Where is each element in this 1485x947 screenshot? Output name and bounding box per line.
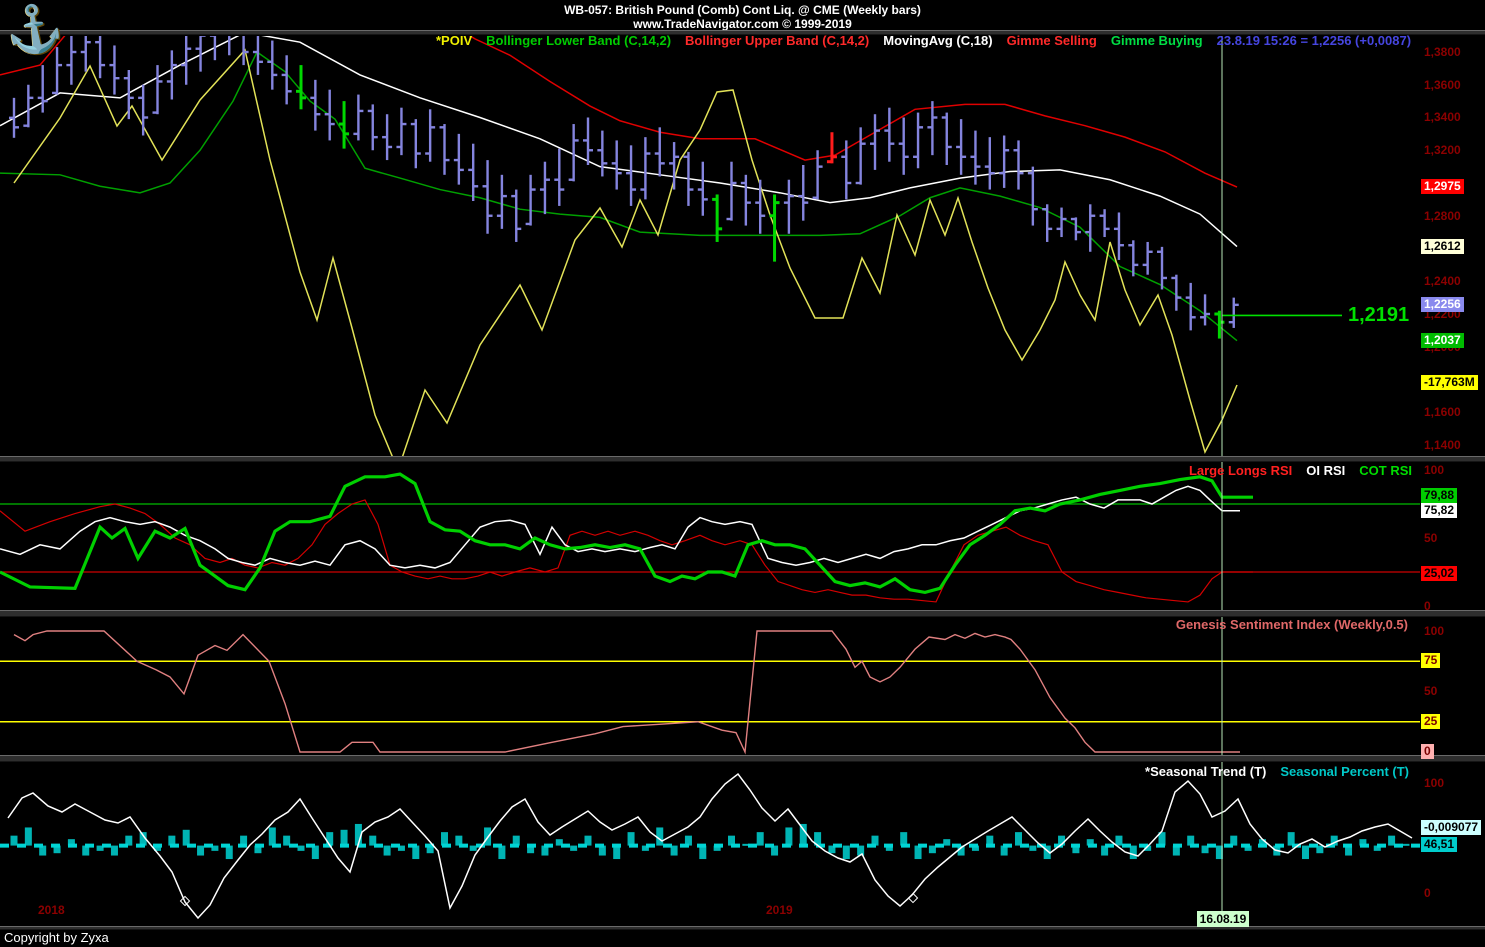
axis-tick: 100 [1424,463,1445,477]
oi-rsi-value: 75,82 [1421,503,1458,518]
axis-tick: 1,2400 [1424,274,1461,288]
sentiment-panel-legend: Genesis Sentiment Index (Weekly,0.5) [1176,617,1408,632]
seasonal-percent-bar[interactable] [1029,845,1037,851]
legend-item-0[interactable]: *POIV [436,33,472,49]
axis-tick: 50 [1424,684,1438,698]
rsi-panel[interactable] [0,472,1420,603]
seasonal-percent-bar[interactable] [1287,832,1295,846]
seasonal-percent-bar[interactable] [412,845,420,860]
seasonal-percent-bar[interactable] [928,845,936,854]
crosshair-date-badge: 16.08.19 [1197,911,1249,927]
seasonal-percent-bar[interactable] [943,839,951,846]
seasonal-percent-bar[interactable] [297,845,305,851]
seasonal-percent-bar[interactable] [613,845,621,860]
legend-seasonal-trend[interactable]: *Seasonal Trend (T) [1145,764,1266,779]
price-panel[interactable] [0,0,1342,470]
last-close-value: 1,2256 [1421,297,1464,312]
seasonal-percent-bar[interactable] [1015,832,1022,846]
cot-rsi-value: 79,88 [1421,488,1458,503]
seasonal-percent-bar[interactable] [656,827,664,846]
seasonal-percent-bar[interactable] [311,845,319,860]
seasonal-percent-bar[interactable] [785,827,793,846]
axis-tick: 1,1600 [1424,405,1461,419]
seasonal-percent-bar[interactable] [383,845,391,856]
seasonal-panel[interactable] [0,772,1420,920]
divider [0,755,1485,762]
seasonal-percent-bar[interactable] [756,832,764,846]
poiv-value: -17,763M [1421,375,1478,390]
indicator-legend: *POIV Bollinger Lower Band (C,14,2) Bollin… [436,33,1411,49]
seasonal-percent-bar[interactable] [914,845,922,860]
axis-tick: 0 [1424,886,1431,900]
seasonal-percent-value: 46,51 [1421,837,1458,852]
copyright-text: Copyright by Zyxa [4,930,109,945]
axis-tick: 0 [1424,599,1431,613]
legend-seasonal-percent[interactable]: Seasonal Percent (T) [1280,764,1409,779]
seasonal-percent-bar[interactable] [469,845,477,851]
seasonal-percent-bar[interactable] [182,829,190,846]
x-axis-year-2018: 2018 [38,903,65,917]
axis-tick: 100 [1424,624,1445,638]
seasonal-panel-legend: *Seasonal Trend (T) Seasonal Percent (T) [1145,764,1409,779]
seasonal-percent-bar[interactable] [1129,845,1137,860]
seasonal-percent-bar[interactable] [326,832,334,846]
axis-tick: 50 [1424,531,1438,545]
seasonal-percent-bar[interactable] [570,845,578,851]
x-axis-year-2019: 2019 [766,903,793,917]
legend-item-2[interactable]: Bollinger Upper Band (C,14,2) [685,33,869,49]
seasonal-percent-bar[interactable] [441,832,448,846]
axis-tick: 1,3400 [1424,110,1461,124]
seasonal-percent-bar[interactable] [627,832,635,846]
seasonal-percent-bar[interactable] [225,845,233,860]
seasonal-percent-bar[interactable] [699,845,707,860]
seasonal-trend-value: -0,009077 [1421,820,1482,835]
axis-tick: 100 [1424,776,1445,790]
axis-tick: 1,2800 [1424,209,1461,223]
seasonal-percent-bar[interactable] [900,832,908,846]
legend-item-3[interactable]: MovingAvg (C,18) [883,33,992,49]
legend-cot-rsi[interactable]: COT RSI [1359,463,1412,478]
sentiment-0-level: 0 [1421,744,1434,759]
axis-tick: 1,3200 [1424,143,1461,157]
legend-oi-rsi[interactable]: OI RSI [1306,463,1345,478]
sentiment-panel[interactable] [0,630,1420,755]
upper-band-value: 1,2975 [1421,179,1464,194]
tradenavigator-logo-icon: ⚓ [2,0,67,59]
divider [0,926,1485,930]
seasonal-percent-bar[interactable] [10,835,18,846]
sentiment-75-level: 75 [1421,653,1441,668]
seasonal-percent-bar[interactable] [1402,843,1410,846]
lower-band-value: 1,2037 [1421,333,1464,348]
seasonal-percent-bar[interactable] [268,827,276,846]
page-title: WB-057: British Pound (Comb) Cont Liq. @… [564,3,921,17]
legend-item-1[interactable]: Bollinger Lower Band (C,14,2) [486,33,671,49]
legend-item-5[interactable]: Gimme Buying [1111,33,1203,49]
seasonal-percent-bar[interactable] [842,845,850,860]
large-longs-rsi-value: 25,02 [1421,566,1458,581]
divider [0,456,1485,462]
legend-item-4[interactable]: Gimme Selling [1007,33,1097,49]
seasonal-percent-bar[interactable] [110,845,118,856]
price-alert-label[interactable]: 1,2191 [1348,304,1409,327]
seasonal-percent-bar[interactable] [197,845,205,856]
legend-item-6[interactable]: 23.8.19 15:26 = 1,2256 (+0,0087) [1217,33,1411,49]
seasonal-percent-bar[interactable] [340,829,348,846]
divider [0,610,1485,617]
trade-navigator-window: WB-057: British Pound (Comb) Cont Liq. @… [0,0,1485,947]
axis-tick: 1,3600 [1424,78,1461,92]
seasonal-percent-bar[interactable] [24,827,32,846]
legend-large-longs-rsi[interactable]: Large Longs RSI [1189,463,1292,478]
sentiment-25-level: 25 [1421,714,1441,729]
axis-tick: 1,1400 [1424,438,1461,452]
legend-genesis-sentiment[interactable]: Genesis Sentiment Index (Weekly,0.5) [1176,617,1408,632]
page-subtitle: www.TradeNavigator.com © 1999-2019 [633,17,852,31]
moving-avg-value: 1,2612 [1421,239,1464,254]
axis-tick: 1,3800 [1424,45,1461,59]
seasonal-percent-bar[interactable] [498,845,506,860]
seasonal-percent-bar[interactable] [1115,835,1123,846]
seasonal-percent-bar[interactable] [1302,845,1309,860]
rsi-panel-legend: Large Longs RSI OI RSI COT RSI [1189,463,1412,478]
